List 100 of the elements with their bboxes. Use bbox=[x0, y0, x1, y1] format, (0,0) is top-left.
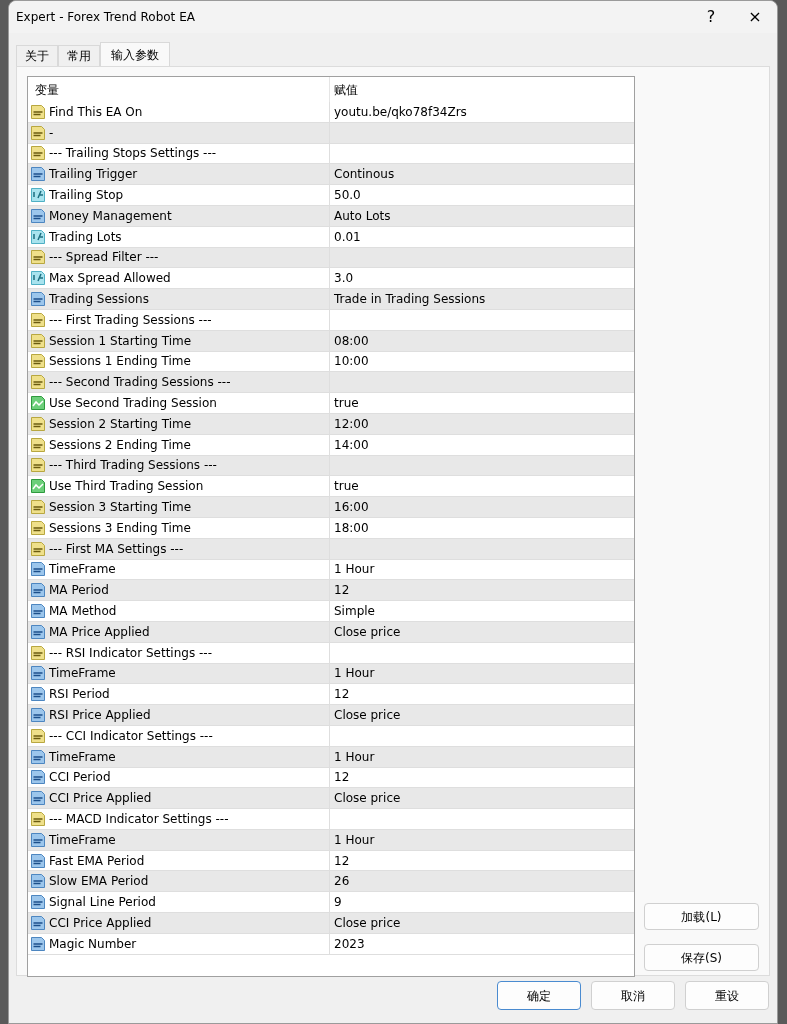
parameter-value[interactable]: true bbox=[334, 479, 359, 494]
parameter-name: Slow EMA Period bbox=[49, 873, 149, 891]
string-type-icon bbox=[30, 519, 46, 536]
integer-type-icon bbox=[30, 831, 46, 848]
integer-type-icon bbox=[30, 769, 46, 786]
string-type-icon bbox=[30, 499, 46, 516]
parameter-value[interactable]: Close price bbox=[334, 708, 401, 722]
parameter-name: TimeFrame bbox=[49, 561, 116, 579]
parameter-name: Trading Lots bbox=[49, 228, 122, 246]
parameter-name: MA Price Applied bbox=[49, 623, 150, 641]
parameter-name: Sessions 1 Ending Time bbox=[49, 353, 191, 371]
parameter-value[interactable]: Trade in Trading Sessions bbox=[334, 292, 486, 307]
parameter-name: Magic Number bbox=[49, 935, 137, 953]
string-type-icon bbox=[30, 332, 46, 349]
parameter-name: --- Third Trading Sessions --- bbox=[49, 457, 217, 475]
parameter-value[interactable]: Auto Lots bbox=[334, 208, 391, 223]
parameter-name: Max Spread Allowed bbox=[49, 270, 171, 288]
parameter-value[interactable]: 16:00 bbox=[334, 500, 369, 515]
integer-type-icon bbox=[30, 935, 46, 952]
parameter-name: Money Management bbox=[49, 207, 172, 225]
parameter-name: - bbox=[49, 124, 54, 142]
integer-type-icon bbox=[30, 291, 46, 308]
parameter-name: Session 3 Starting Time bbox=[49, 499, 192, 517]
parameter-value[interactable]: 10:00 bbox=[334, 354, 369, 369]
parameter-value[interactable]: 1 Hour bbox=[334, 749, 375, 764]
parameter-value[interactable]: Simple bbox=[334, 604, 375, 618]
integer-type-icon bbox=[30, 207, 46, 224]
parameter-name: TimeFrame bbox=[49, 748, 116, 766]
parameter-value[interactable]: 0.01 bbox=[334, 229, 361, 244]
parameter-value[interactable]: 50.0 bbox=[334, 188, 361, 203]
integer-type-icon bbox=[30, 561, 46, 578]
integer-type-icon bbox=[30, 914, 46, 931]
parameter-value[interactable]: 12:00 bbox=[334, 416, 369, 431]
dialog-button[interactable]: 重设 bbox=[685, 981, 769, 1010]
parameter-value[interactable]: Close price bbox=[334, 915, 401, 930]
parameter-value[interactable]: true bbox=[334, 396, 359, 411]
string-type-icon bbox=[30, 540, 46, 557]
string-type-icon bbox=[30, 457, 46, 474]
tab[interactable]: 关于 bbox=[16, 45, 58, 66]
string-type-icon bbox=[30, 415, 46, 432]
help-button[interactable]: ? bbox=[689, 2, 733, 32]
parameter-name: --- Spread Filter --- bbox=[49, 249, 159, 267]
string-type-icon bbox=[30, 145, 46, 162]
column-header: 赋值 bbox=[333, 81, 359, 99]
string-type-icon bbox=[30, 727, 46, 744]
parameter-value[interactable]: Close price bbox=[334, 791, 401, 806]
parameter-name: TimeFrame bbox=[49, 665, 116, 683]
integer-type-icon bbox=[30, 852, 46, 869]
parameter-value[interactable]: youtu.be/qko78f34Zrs bbox=[334, 104, 467, 119]
parameter-value[interactable]: 3.0 bbox=[334, 271, 354, 286]
parameter-value[interactable]: 9 bbox=[334, 895, 342, 910]
parameter-name: Sessions 3 Ending Time bbox=[49, 519, 191, 537]
close-button[interactable]: × bbox=[733, 2, 777, 32]
double-type-icon bbox=[30, 270, 46, 287]
parameter-value[interactable]: 1 Hour bbox=[334, 832, 375, 847]
parameter-value[interactable]: Continous bbox=[334, 167, 395, 182]
integer-type-icon bbox=[30, 894, 46, 911]
integer-type-icon bbox=[30, 166, 46, 183]
parameter-name: Sessions 2 Ending Time bbox=[49, 436, 191, 454]
parameter-name: --- Trailing Stops Settings --- bbox=[49, 145, 217, 163]
string-type-icon bbox=[30, 124, 46, 141]
integer-type-icon bbox=[30, 748, 46, 765]
parameter-value[interactable]: 12 bbox=[334, 770, 350, 785]
parameter-value[interactable]: 08:00 bbox=[334, 333, 369, 348]
parameter-name: --- First Trading Sessions --- bbox=[49, 311, 212, 329]
integer-type-icon bbox=[30, 707, 46, 723]
tab[interactable]: 常用 bbox=[58, 45, 100, 66]
parameter-value[interactable]: Close price bbox=[334, 624, 401, 639]
tab[interactable]: 输入参数 bbox=[100, 42, 170, 66]
integer-type-icon bbox=[30, 582, 46, 599]
parameter-value[interactable]: 14:00 bbox=[334, 437, 369, 452]
parameter-value[interactable]: 2023 bbox=[334, 936, 365, 951]
parameter-value[interactable]: 26 bbox=[334, 874, 350, 889]
parameter-name: Trailing Stop bbox=[49, 187, 124, 205]
parameter-name: Use Third Trading Session bbox=[49, 478, 204, 496]
string-type-icon bbox=[30, 436, 46, 453]
integer-type-icon bbox=[30, 873, 46, 890]
parameter-value[interactable]: 1 Hour bbox=[334, 666, 375, 681]
parameter-name: RSI Period bbox=[49, 686, 110, 704]
double-type-icon bbox=[30, 228, 46, 245]
parameter-value[interactable]: 12 bbox=[334, 583, 350, 598]
parameter-value[interactable]: 12 bbox=[334, 853, 350, 868]
parameter-name: TimeFrame bbox=[49, 831, 116, 849]
double-type-icon bbox=[30, 187, 46, 204]
dialog-button[interactable]: 取消 bbox=[591, 981, 675, 1010]
side-button[interactable]: 保存(S) bbox=[644, 944, 759, 971]
parameter-name: Fast EMA Period bbox=[49, 852, 145, 870]
parameter-name: --- CCI Indicator Settings --- bbox=[49, 727, 213, 745]
string-type-icon bbox=[30, 353, 46, 370]
integer-type-icon bbox=[30, 665, 46, 682]
parameter-value[interactable]: 12 bbox=[334, 687, 350, 702]
side-button[interactable]: 加载(L) bbox=[644, 903, 759, 930]
parameter-name: Use Second Trading Session bbox=[49, 395, 217, 413]
dialog-button[interactable]: 确定 bbox=[497, 981, 581, 1010]
string-type-icon bbox=[30, 311, 46, 328]
parameter-value[interactable]: 18:00 bbox=[334, 520, 369, 535]
parameter-name: CCI Price Applied bbox=[49, 914, 152, 932]
parameter-name: Trading Sessions bbox=[49, 291, 149, 309]
parameter-name: Session 2 Starting Time bbox=[49, 415, 192, 433]
parameter-value[interactable]: 1 Hour bbox=[334, 562, 375, 577]
